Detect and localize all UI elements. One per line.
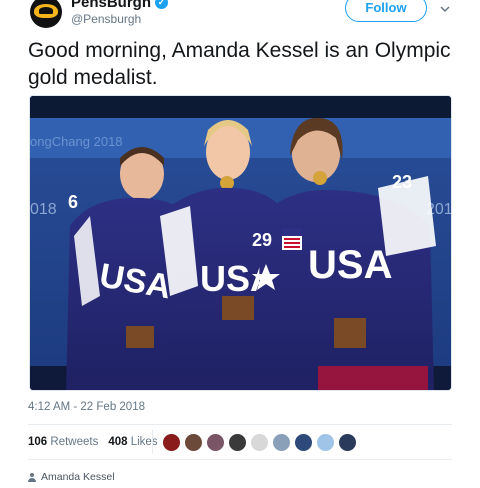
tagged-user[interactable]: Amanda Kessel <box>28 471 115 483</box>
liker-avatar[interactable] <box>228 433 247 452</box>
banner-text: ongChang 2018 <box>30 134 123 149</box>
liker-avatar[interactable] <box>250 433 269 452</box>
tweet-timestamp[interactable]: 4:12 AM - 22 Feb 2018 <box>28 401 145 413</box>
jersey-text-right: USA <box>308 243 392 287</box>
person-icon <box>28 472 36 482</box>
liker-avatar[interactable] <box>338 433 357 452</box>
divider-bottom <box>28 459 452 460</box>
liker-avatar[interactable] <box>184 433 203 452</box>
liker-avatars <box>162 433 357 452</box>
hockey-players-photo: ongChang 2018 018 2018 USA 6 USA 23 29 U <box>30 96 451 390</box>
avatar[interactable] <box>30 0 62 28</box>
account-name-row[interactable]: PensBurgh ✓ <box>71 0 169 11</box>
tagged-user-name[interactable]: Amanda Kessel <box>41 471 115 483</box>
jersey-number-sleeve: 29 <box>252 230 272 250</box>
stats-separator <box>152 430 153 454</box>
chevron-down-icon[interactable] <box>438 2 452 16</box>
jersey-number-right: 23 <box>392 172 412 192</box>
tweet-stats: 106 Retweets 408 Likes <box>28 436 158 448</box>
retweets-stat[interactable]: 106 Retweets <box>28 436 98 448</box>
likes-stat[interactable]: 408 Likes <box>108 436 157 448</box>
liker-avatar[interactable] <box>162 433 181 452</box>
account-handle[interactable]: @Pensburgh <box>71 12 141 26</box>
tweet-photo[interactable]: ongChang 2018 018 2018 USA 6 USA 23 29 U <box>29 95 452 391</box>
liker-avatar[interactable] <box>206 433 225 452</box>
liker-avatar[interactable] <box>294 433 313 452</box>
verified-badge-icon: ✓ <box>155 0 169 9</box>
year-text-left: 018 <box>30 201 57 218</box>
liker-avatar[interactable] <box>316 433 335 452</box>
jersey-number-left: 6 <box>68 192 78 212</box>
divider-top <box>28 424 452 425</box>
liker-avatar[interactable] <box>272 433 291 452</box>
follow-button[interactable]: Follow <box>345 0 427 22</box>
tweet-header: PensBurgh ✓ @Pensburgh Follow <box>0 0 480 30</box>
tweet-text: Good morning, Amanda Kessel is an Olympi… <box>28 39 451 89</box>
display-name[interactable]: PensBurgh <box>71 0 151 11</box>
